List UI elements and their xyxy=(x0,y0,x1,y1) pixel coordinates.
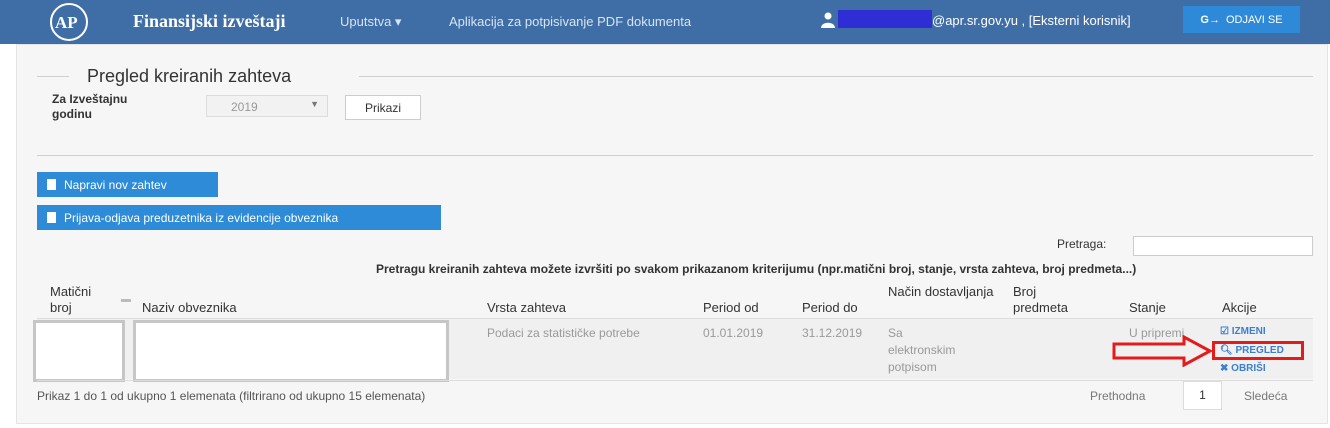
delete-label: OBRIŠI xyxy=(1231,363,1266,374)
section-legend: Pregled kreiranih zahteva xyxy=(87,66,292,86)
apr-logo-icon: AP xyxy=(55,13,78,32)
user-icon xyxy=(821,12,835,28)
cell-nacin: Sa elektronskim potpisom xyxy=(888,326,956,374)
sort-icon[interactable]: ▬ xyxy=(121,292,131,308)
col-header-stanje[interactable]: Stanje xyxy=(1129,300,1166,316)
register-entrepreneur-button[interactable]: Prijava-odjava preduzetnika iz evidencij… xyxy=(37,205,441,230)
highlight-box xyxy=(1212,341,1304,360)
fieldset-border-left xyxy=(37,76,69,77)
close-icon: ✖ xyxy=(1220,363,1232,374)
edit-label: IZMENI xyxy=(1231,326,1266,337)
col-header-maticni[interactable]: Matični broj xyxy=(50,284,110,316)
edit-icon: ☑ xyxy=(1220,326,1232,337)
edit-action[interactable]: ☑ IZMENI xyxy=(1220,326,1266,337)
chevron-down-icon: ▼ xyxy=(310,99,319,109)
brand-title[interactable]: Finansijski izveštaji xyxy=(133,11,286,32)
col-header-period-do[interactable]: Period do xyxy=(802,300,858,316)
pagination-page-1[interactable]: 1 xyxy=(1183,381,1222,410)
register-entrepreneur-label: Prijava-odjava preduzetnika iz evidencij… xyxy=(64,210,339,225)
show-button[interactable]: Prikazi xyxy=(345,95,421,120)
cell-period-od: 01.01.2019 xyxy=(703,326,764,340)
cell-period-do: 31.12.2019 xyxy=(802,326,863,340)
pagination-prev[interactable]: Prethodna xyxy=(1090,389,1145,403)
cell-vrsta: Podaci za statističke potrebe xyxy=(487,326,640,340)
new-request-label: Napravi nov zahtev xyxy=(64,177,167,192)
pagination-next[interactable]: Sledeća xyxy=(1244,389,1287,403)
table-footer-border xyxy=(37,380,1313,381)
apr-logo[interactable]: AP xyxy=(50,3,88,41)
username-redaction xyxy=(838,10,932,28)
svg-text:AP: AP xyxy=(55,13,78,32)
logout-button[interactable]: G→ ODJAVI SE xyxy=(1183,6,1300,33)
top-navbar: AP Finansijski izveštaji Uputstva ▾ Apli… xyxy=(0,0,1330,44)
naziv-redaction xyxy=(133,320,449,382)
search-hint: Pretragu kreiranih zahteva možete izvrši… xyxy=(376,262,1137,276)
logout-icon: G→ xyxy=(1200,13,1220,26)
highlight-arrow-icon xyxy=(1112,335,1214,367)
col-header-broj[interactable]: Broj predmeta xyxy=(1013,284,1083,316)
year-label: Za Izveštajnu godinu xyxy=(52,92,128,121)
document-icon xyxy=(47,211,56,223)
new-request-button[interactable]: Napravi nov zahtev xyxy=(37,172,218,197)
logout-label: ODJAVI SE xyxy=(1225,13,1283,26)
section-divider xyxy=(37,155,1313,156)
year-select[interactable]: 2019 ▼ xyxy=(206,95,328,117)
fieldset-border-right xyxy=(359,76,1313,77)
col-header-nacin[interactable]: Način dostavljanja xyxy=(888,284,998,300)
table-info: Prikaz 1 do 1 od ukupno 1 elemenata (fil… xyxy=(37,389,426,403)
year-select-value: 2019 xyxy=(231,100,258,114)
maticni-redaction xyxy=(33,320,125,382)
document-icon xyxy=(47,178,56,190)
col-header-akcije: Akcije xyxy=(1222,300,1257,315)
col-header-vrsta[interactable]: Vrsta zahteva xyxy=(487,300,566,316)
delete-action[interactable]: ✖ OBRIŠI xyxy=(1220,363,1266,374)
user-info: @apr.sr.gov.yu , [Eksterni korisnik] xyxy=(932,13,1131,28)
menu-pdf-signing-app[interactable]: Aplikacija za potpisivanje PDF dokumenta xyxy=(449,14,691,29)
col-header-naziv[interactable]: Naziv obveznika xyxy=(142,300,237,316)
search-input[interactable] xyxy=(1133,236,1313,256)
search-label: Pretraga: xyxy=(1057,237,1107,251)
menu-uputstva[interactable]: Uputstva ▾ xyxy=(340,14,401,30)
col-header-period-od[interactable]: Period od xyxy=(703,300,759,316)
